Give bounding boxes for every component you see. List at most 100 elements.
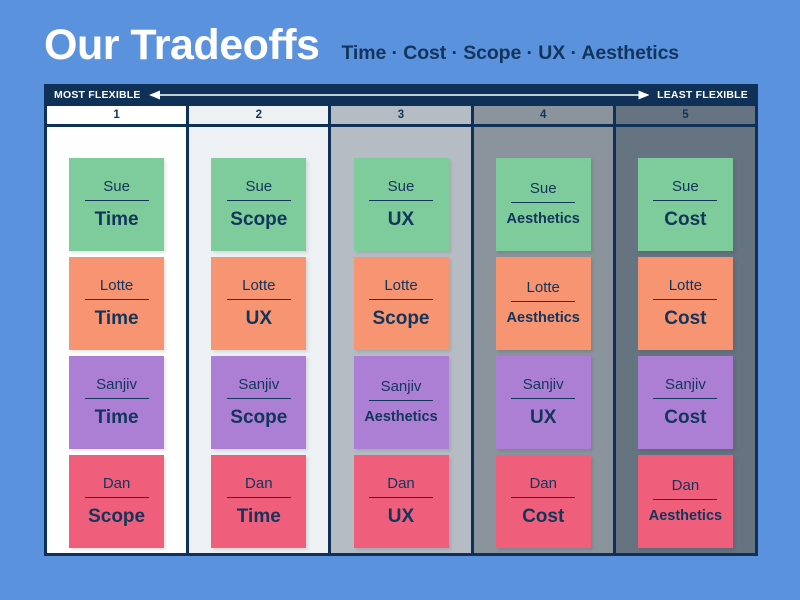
card-person-name: Sanjiv bbox=[522, 376, 564, 394]
card-divider bbox=[653, 199, 718, 202]
card-divider bbox=[369, 298, 433, 301]
card-priority-value: Scope bbox=[88, 506, 146, 528]
card-divider bbox=[369, 399, 433, 402]
card-person-name: Sue bbox=[529, 180, 557, 198]
card-priority-value: Aesthetics bbox=[648, 508, 723, 525]
priority-column-3: 3 Sue UX Lotte Scope Sanjiv Aesthetics Dan UX bbox=[331, 106, 474, 553]
card-priority-value: Scope bbox=[230, 407, 288, 429]
most-flexible-label: MOST FLEXIBLE bbox=[54, 89, 141, 101]
card-divider bbox=[511, 300, 576, 303]
card-priority-value: UX bbox=[245, 308, 272, 330]
tradeoff-card[interactable]: Sanjiv Aesthetics bbox=[353, 356, 449, 449]
card-divider bbox=[653, 397, 718, 400]
card-person-name: Lotte bbox=[384, 277, 418, 295]
tradeoff-card[interactable]: Lotte Cost bbox=[637, 257, 733, 350]
card-priority-value: Time bbox=[94, 308, 139, 330]
tradeoff-card[interactable]: Dan Cost bbox=[495, 455, 591, 548]
card-priority-value: Aesthetics bbox=[364, 409, 438, 426]
tradeoff-card[interactable]: Lotte Aesthetics bbox=[495, 257, 591, 350]
card-divider bbox=[84, 199, 149, 202]
tradeoff-card[interactable]: Sue Scope bbox=[211, 158, 307, 251]
card-priority-value: Cost bbox=[664, 308, 707, 330]
card-person-name: Sue bbox=[672, 178, 699, 196]
tradeoff-card[interactable]: Dan Aesthetics bbox=[637, 455, 733, 548]
card-person-name: Lotte bbox=[668, 277, 703, 295]
page-header: Our Tradeoffs Time · Cost · Scope · UX ·… bbox=[44, 24, 758, 67]
card-person-name: Sanjiv bbox=[238, 376, 280, 394]
card-priority-value: Aesthetics bbox=[506, 310, 580, 327]
card-divider bbox=[369, 496, 433, 499]
card-priority-value: Time bbox=[94, 407, 139, 429]
card-divider bbox=[226, 298, 291, 301]
card-divider bbox=[84, 298, 149, 301]
tradeoff-card[interactable]: Dan UX bbox=[353, 455, 449, 548]
column-header-4: 4 bbox=[473, 106, 613, 127]
column-header-3: 3 bbox=[331, 106, 471, 127]
tradeoff-card[interactable]: Lotte Scope bbox=[353, 257, 449, 350]
card-priority-value: Aesthetics bbox=[506, 211, 580, 228]
column-body-3: Sue UX Lotte Scope Sanjiv Aesthetics Dan UX bbox=[331, 127, 471, 553]
card-person-name: Dan bbox=[671, 477, 700, 495]
column-header-5: 5 bbox=[615, 106, 756, 127]
card-priority-value: Cost bbox=[664, 209, 707, 231]
tradeoff-card[interactable]: Sue Aesthetics bbox=[495, 158, 591, 251]
double-arrow-icon bbox=[148, 89, 650, 101]
column-body-5: Sue Cost Lotte Cost Sanjiv Cost Dan Aesthetics bbox=[615, 127, 756, 553]
card-person-name: Sue bbox=[103, 178, 130, 196]
column-body-4: Sue Aesthetics Lotte Aesthetics Sanjiv UX Dan C… bbox=[473, 127, 613, 553]
card-person-name: Dan bbox=[387, 475, 415, 493]
tradeoff-card[interactable]: Sanjiv Time bbox=[69, 356, 165, 449]
card-divider bbox=[653, 498, 718, 501]
column-header-1: 1 bbox=[47, 106, 187, 127]
tradeoff-matrix: 1 Sue Time Lotte Time Sanjiv Time Dan Scope 2 Sue S… bbox=[44, 106, 758, 556]
card-divider bbox=[84, 496, 149, 499]
card-priority-value: Scope bbox=[230, 209, 288, 231]
column-header-2: 2 bbox=[189, 106, 329, 127]
card-person-name: Sue bbox=[387, 178, 415, 196]
tradeoff-card[interactable]: Lotte UX bbox=[211, 257, 307, 350]
card-divider bbox=[84, 397, 149, 400]
card-person-name: Dan bbox=[529, 475, 557, 493]
card-person-name: Sanjiv bbox=[380, 378, 422, 396]
card-person-name: Dan bbox=[245, 475, 273, 493]
card-divider bbox=[653, 298, 718, 301]
card-divider bbox=[511, 496, 576, 499]
card-priority-value: UX bbox=[387, 209, 415, 231]
card-person-name: Lotte bbox=[99, 277, 134, 295]
tradeoff-card[interactable]: Sue Cost bbox=[637, 158, 733, 251]
tradeoff-card[interactable]: Dan Scope bbox=[69, 455, 165, 548]
card-person-name: Lotte bbox=[526, 279, 560, 297]
priority-column-1: 1 Sue Time Lotte Time Sanjiv Time Dan Scope bbox=[47, 106, 190, 553]
column-body-2: Sue Scope Lotte UX Sanjiv Scope Dan Time bbox=[189, 127, 329, 553]
tradeoff-card[interactable]: Sanjiv UX bbox=[495, 356, 591, 449]
card-person-name: Sanjiv bbox=[664, 376, 706, 394]
tradeoff-card[interactable]: Sue Time bbox=[69, 158, 165, 251]
card-divider bbox=[226, 397, 291, 400]
card-divider bbox=[226, 496, 291, 499]
tradeoff-card[interactable]: Sanjiv Cost bbox=[637, 356, 733, 449]
card-priority-value: Time bbox=[94, 209, 139, 231]
card-person-name: Lotte bbox=[242, 277, 276, 295]
card-priority-value: UX bbox=[530, 407, 557, 429]
card-priority-value: UX bbox=[387, 506, 415, 528]
card-priority-value: Cost bbox=[664, 407, 707, 429]
column-body-1: Sue Time Lotte Time Sanjiv Time Dan Scope bbox=[47, 127, 187, 553]
card-divider bbox=[226, 199, 291, 202]
card-person-name: Dan bbox=[102, 475, 131, 493]
card-person-name: Sanjiv bbox=[96, 376, 138, 394]
tradeoff-card[interactable]: Dan Time bbox=[211, 455, 307, 548]
tradeoff-card[interactable]: Sanjiv Scope bbox=[211, 356, 307, 449]
page-subtitle: Time · Cost · Scope · UX · Aesthetics bbox=[341, 42, 680, 64]
tradeoff-card[interactable]: Lotte Time bbox=[69, 257, 165, 350]
page-title: Our Tradeoffs bbox=[44, 21, 320, 69]
card-priority-value: Time bbox=[236, 506, 281, 528]
least-flexible-label: LEAST FLEXIBLE bbox=[657, 89, 748, 101]
card-divider bbox=[369, 199, 433, 202]
priority-column-4: 4 Sue Aesthetics Lotte Aesthetics Sanjiv UX Dan… bbox=[473, 106, 616, 553]
card-divider bbox=[511, 397, 576, 400]
tradeoff-card[interactable]: Sue UX bbox=[353, 158, 449, 251]
card-priority-value: Scope bbox=[372, 308, 430, 330]
flexibility-bar: MOST FLEXIBLE LEAST FLEXIBLE bbox=[44, 84, 758, 106]
card-divider bbox=[511, 201, 576, 204]
card-priority-value: Cost bbox=[522, 506, 565, 528]
